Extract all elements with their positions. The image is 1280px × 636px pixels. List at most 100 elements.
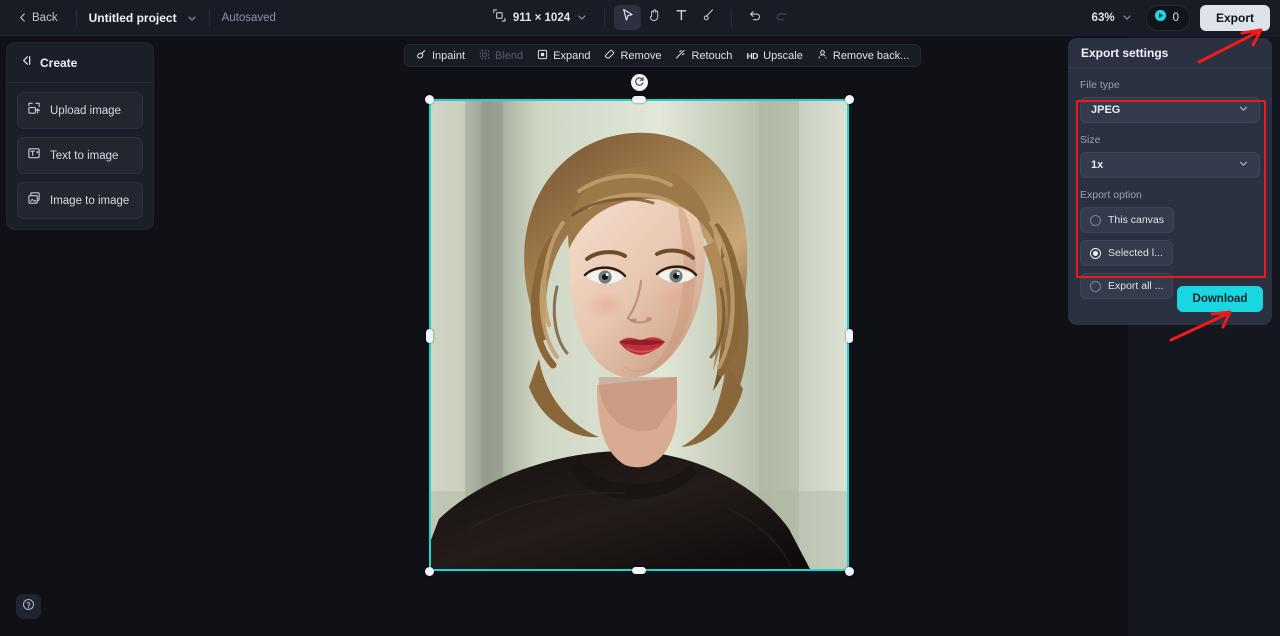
inpaint-tool-button[interactable]: Inpaint [409,45,472,67]
back-button[interactable]: Back [12,8,64,28]
inpaint-icon [416,49,427,63]
radio-selected-icon [1090,247,1101,259]
expand-icon [537,49,548,63]
select-tool-button[interactable] [614,5,642,30]
size-label: Size [1080,134,1101,146]
export-option-selected-layers[interactable]: Selected l... [1080,240,1173,266]
brush-icon [702,8,715,27]
hand-tool-button[interactable] [641,5,668,30]
remove-tool-button[interactable]: Remove [597,45,668,67]
question-mark-icon [22,598,35,616]
eraser-icon [604,49,615,63]
divider [604,8,606,27]
redo-button[interactable] [768,5,795,30]
chevron-left-icon [18,13,27,22]
export-settings-panel: Export settings File type JPEG Size 1x E… [1068,38,1272,325]
edit-tool-label: Inpaint [432,49,466,62]
text-tool-button[interactable] [668,5,695,30]
edit-tool-label: Remove [620,49,662,62]
project-name[interactable]: Untitled project [89,11,177,25]
redo-icon [775,8,789,27]
create-item-label: Image to image [50,194,130,207]
export-button[interactable]: Export [1199,5,1270,31]
expand-tool-button[interactable]: Expand [530,45,597,67]
retouch-tool-button[interactable]: Retouch [668,45,739,67]
help-button[interactable] [16,594,41,619]
top-bar-tools: 911 × 1024 [485,0,795,36]
export-option-export-all[interactable]: Export all ... [1080,273,1174,299]
top-bar: Back Untitled project Autosaved 911 × 10… [0,0,1280,36]
autosave-status: Autosaved [221,11,276,24]
resize-handle-bottom-right[interactable] [845,567,854,576]
create-panel-title: Create [40,56,78,70]
remove-background-tool-button[interactable]: Remove back... [810,45,916,67]
cursor-arrow-icon [621,8,634,27]
hd-icon: HD [746,50,759,61]
blend-tool-button[interactable]: Blend [472,45,530,67]
image-to-image-icon [27,191,41,210]
credits-badge[interactable]: 0 [1145,5,1190,31]
export-option-this-canvas[interactable]: This canvas [1080,207,1175,233]
credits-count: 0 [1172,12,1179,24]
undo-button[interactable] [741,5,768,30]
zoom-level-value: 63% [1091,12,1115,24]
export-option-label-text: Export all ... [1108,280,1164,292]
edit-tool-label: Remove back... [832,49,910,62]
resize-handle-top-right[interactable] [845,95,854,104]
export-settings-title: Export settings [1081,45,1169,60]
canvas-resize-icon [493,8,506,27]
export-option-label: Export option [1080,189,1142,201]
brush-tool-button[interactable] [695,5,722,30]
upscale-tool-button[interactable]: HD Upscale [739,46,809,66]
top-bar-right: 63% 0 Export [1088,0,1270,36]
resize-handle-bottom-center[interactable] [632,567,646,574]
upload-image-icon [27,101,41,120]
remove-background-icon [817,49,828,63]
undo-icon [748,8,762,27]
app-root: Back Untitled project Autosaved 911 × 10… [0,0,1280,636]
resize-handle-middle-right[interactable] [846,329,853,343]
export-settings-body: File type JPEG Size 1x Export option Thi… [1068,68,1272,299]
edit-tool-label: Expand [553,49,591,62]
hand-icon [648,8,661,27]
rotate-icon [634,74,645,92]
resize-handle-top-center[interactable] [632,96,646,103]
blend-icon [479,49,490,63]
canvas-size-button[interactable]: 911 × 1024 [485,5,595,31]
edit-toolbar: Inpaint Blend Expand Remove Retouch HD U… [404,44,922,67]
export-option-label-text: Selected l... [1108,247,1163,259]
text-to-image-button[interactable]: Text to image [17,137,143,174]
file-type-value: JPEG [1091,104,1121,116]
radio-icon [1090,280,1101,292]
size-value: 1x [1091,159,1104,171]
size-select[interactable]: 1x [1080,152,1260,178]
image-to-image-button[interactable]: Image to image [17,182,143,219]
chevron-down-icon [1238,101,1249,119]
create-panel-header: Create [7,43,153,83]
radio-icon [1090,214,1101,226]
download-button[interactable]: Download [1177,286,1263,312]
canvas-size-value: 911 × 1024 [512,11,571,24]
resize-handle-bottom-left[interactable] [425,567,434,576]
export-option-label-text: This canvas [1108,214,1165,226]
edit-tool-label: Upscale [763,49,803,62]
export-settings-header: Export settings [1068,38,1272,68]
file-type-select[interactable]: JPEG [1080,97,1260,123]
resize-handle-top-left[interactable] [425,95,434,104]
divider [75,8,77,27]
zoom-level-button[interactable]: 63% [1088,6,1136,30]
create-panel: Create Upload image Text to image Image … [6,42,154,230]
resize-handle-middle-left[interactable] [426,329,433,343]
zoom-chevron-down-icon [1122,9,1132,27]
collapse-panel-icon[interactable] [19,54,32,72]
upload-image-button[interactable]: Upload image [17,92,143,129]
create-panel-items: Upload image Text to image Image to imag… [7,83,153,219]
rotate-handle[interactable] [631,74,648,91]
project-menu-chevron-down-icon[interactable] [187,13,197,23]
text-t-icon [675,8,688,27]
retouch-wand-icon [675,49,686,63]
create-item-label: Text to image [50,149,119,162]
divider [731,8,733,27]
credit-coin-icon [1154,9,1167,27]
image-canvas[interactable] [429,99,849,571]
